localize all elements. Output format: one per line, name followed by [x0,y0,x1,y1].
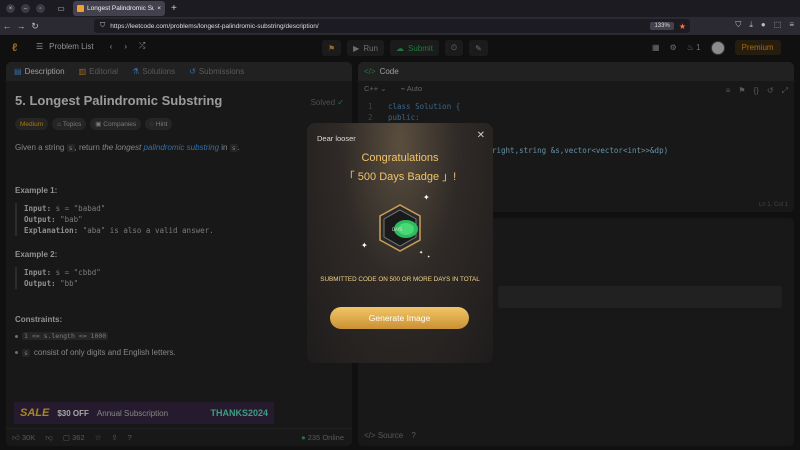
browser-toolbar-right: ⛉ ⤓ ● ⬚ ≡ [735,20,794,30]
modal-title: Congratulations [361,152,439,164]
menu-icon[interactable]: ≡ [789,20,794,30]
modal-subtitle: SUBMITTED CODE ON 500 OR MORE DAYS IN TO… [320,276,480,283]
screen: × – ▫ ▭ Longest Palindromic Sub × + ← → … [0,0,800,450]
tab-list-icon[interactable]: ▭ [55,3,67,15]
browser-tab-bar: × – ▫ ▭ Longest Palindromic Sub × + [0,0,800,17]
browser-nav-bar: ← → ↻ ⛉ https://leetcode.com/problems/lo… [0,17,800,35]
forward-icon[interactable]: → [14,21,28,31]
badge-label: DAYS [392,227,403,232]
window-minimize-icon[interactable]: – [21,4,30,13]
window-maximize-icon[interactable]: ▫ [36,4,45,13]
url-text: https://leetcode.com/problems/longest-pa… [110,22,319,30]
sparkle-icon: ✦ [427,254,431,259]
address-bar[interactable]: ⛉ https://leetcode.com/problems/longest-… [94,19,690,33]
extension-icon[interactable]: ● [761,20,766,30]
window-close-icon[interactable]: × [6,4,15,13]
browser-tab-title: Longest Palindromic Sub [87,5,155,12]
new-tab-icon[interactable]: + [171,3,177,14]
badge-hexagon-icon: DAYS [379,204,421,252]
zoom-level[interactable]: 133% [650,22,674,30]
close-icon[interactable]: ✕ [477,130,485,141]
pocket-icon[interactable]: ⛉ [735,20,741,30]
badge-modal: Dear looser ✕ Congratulations 「 500 Days… [307,123,493,363]
extensions-icon[interactable]: ⬚ [774,20,782,30]
browser-tab-active[interactable]: Longest Palindromic Sub × [73,1,165,16]
sparkle-icon: ✦ [361,241,368,250]
reload-icon[interactable]: ↻ [28,21,42,32]
security-icon: ⛉ [100,22,106,29]
badge-name: 「 500 Days Badge 」! [343,171,457,183]
tab-close-icon[interactable]: × [157,5,161,12]
sparkle-icon: ✦ [423,193,430,202]
bookmark-star-icon[interactable]: ★ [679,22,686,31]
modal-greeting: Dear looser [317,134,356,143]
leetcode-favicon-icon [77,5,84,12]
generate-image-button[interactable]: Generate Image [330,307,469,329]
downloads-icon[interactable]: ⤓ [749,20,753,30]
back-icon[interactable]: ← [0,21,14,31]
